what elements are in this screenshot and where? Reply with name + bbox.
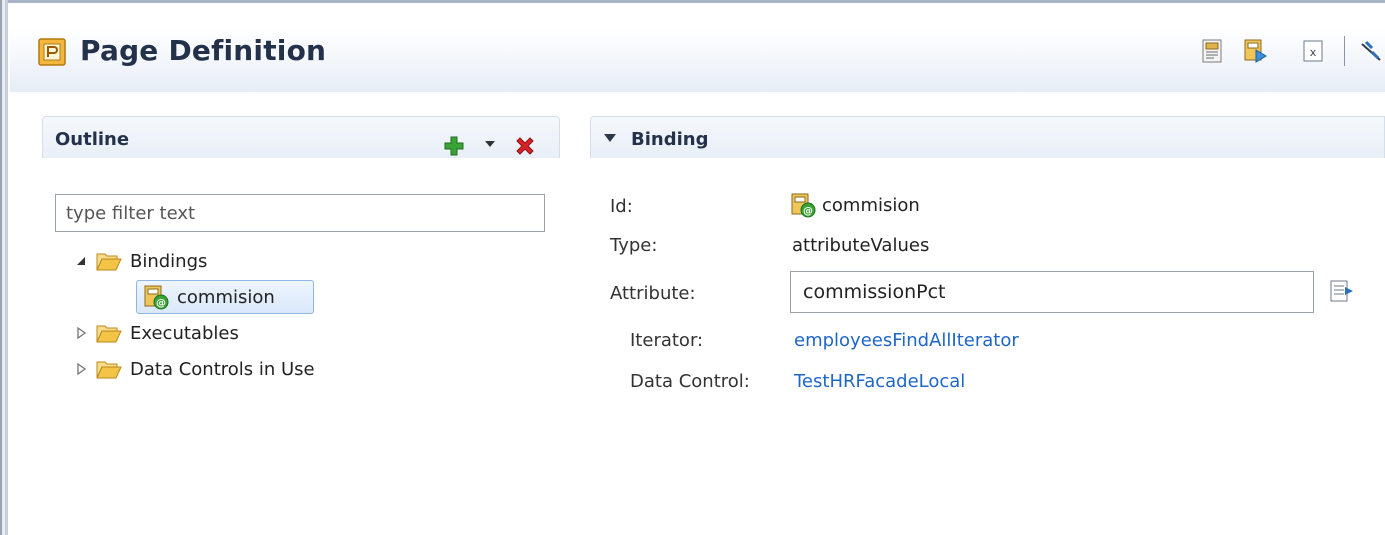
filter-input[interactable] — [55, 194, 545, 232]
attribute-label: Attribute: — [610, 283, 696, 304]
attribute-field[interactable] — [790, 271, 1314, 313]
chevron-down-icon[interactable] — [603, 132, 617, 144]
type-label: Type: — [610, 235, 658, 256]
tree-node-bindings[interactable]: Bindings — [72, 246, 207, 276]
tree-node-executables[interactable]: Executables — [72, 318, 239, 348]
folder-open-icon — [96, 253, 122, 271]
binding-section-header[interactable]: Binding — [590, 116, 1385, 158]
binding-title: Binding — [631, 129, 709, 150]
unlink-icon[interactable] — [1358, 38, 1384, 64]
page-definition-icon — [38, 38, 66, 66]
data-control-label: Data Control: — [630, 371, 750, 392]
outline-section-header: Outline — [42, 116, 560, 158]
svg-text:@: @ — [803, 206, 813, 217]
browse-attribute-icon[interactable] — [1328, 278, 1354, 304]
page-title: Page Definition — [80, 34, 327, 67]
tree-label: Data Controls in Use — [130, 358, 315, 380]
svg-text:x: x — [1310, 46, 1317, 59]
delete-binding-icon[interactable] — [513, 134, 537, 158]
collapsed-triangle-icon[interactable] — [72, 360, 90, 378]
window-top-border — [8, 0, 1385, 10]
chevron-down-icon[interactable] — [483, 139, 497, 149]
tree-label: Bindings — [130, 250, 208, 272]
page-source-icon[interactable] — [1200, 38, 1226, 64]
tree-node-commision[interactable]: @ commision — [136, 280, 314, 314]
run-page-icon[interactable] — [1242, 38, 1268, 64]
id-value: @ commision — [790, 192, 920, 218]
add-binding-icon[interactable] — [443, 135, 465, 157]
window-left-border — [0, 0, 8, 535]
tree-label: Executables — [130, 322, 239, 344]
outline-title: Outline — [55, 129, 130, 150]
attribute-binding-icon: @ — [791, 193, 816, 218]
svg-text:@: @ — [156, 298, 166, 309]
folder-open-icon — [96, 325, 122, 343]
data-control-link[interactable]: TestHRFacadeLocal — [794, 371, 965, 392]
xml-source-icon[interactable]: x — [1300, 38, 1326, 64]
tree-node-data-controls[interactable]: Data Controls in Use — [72, 354, 315, 384]
id-label: Id: — [610, 196, 633, 217]
expanded-triangle-icon[interactable] — [72, 252, 90, 270]
attribute-binding-icon: @ — [144, 285, 169, 310]
editor-header: Page Definition x — [10, 28, 1385, 92]
iterator-label: Iterator: — [630, 330, 704, 351]
collapsed-triangle-icon[interactable] — [72, 324, 90, 342]
folder-open-icon — [96, 361, 122, 379]
tree-label: commision — [177, 286, 275, 308]
toolbar-separator — [1344, 36, 1345, 66]
id-value-text: commision — [822, 194, 920, 216]
type-value: attributeValues — [792, 235, 930, 256]
iterator-link[interactable]: employeesFindAllIterator — [794, 330, 1019, 351]
